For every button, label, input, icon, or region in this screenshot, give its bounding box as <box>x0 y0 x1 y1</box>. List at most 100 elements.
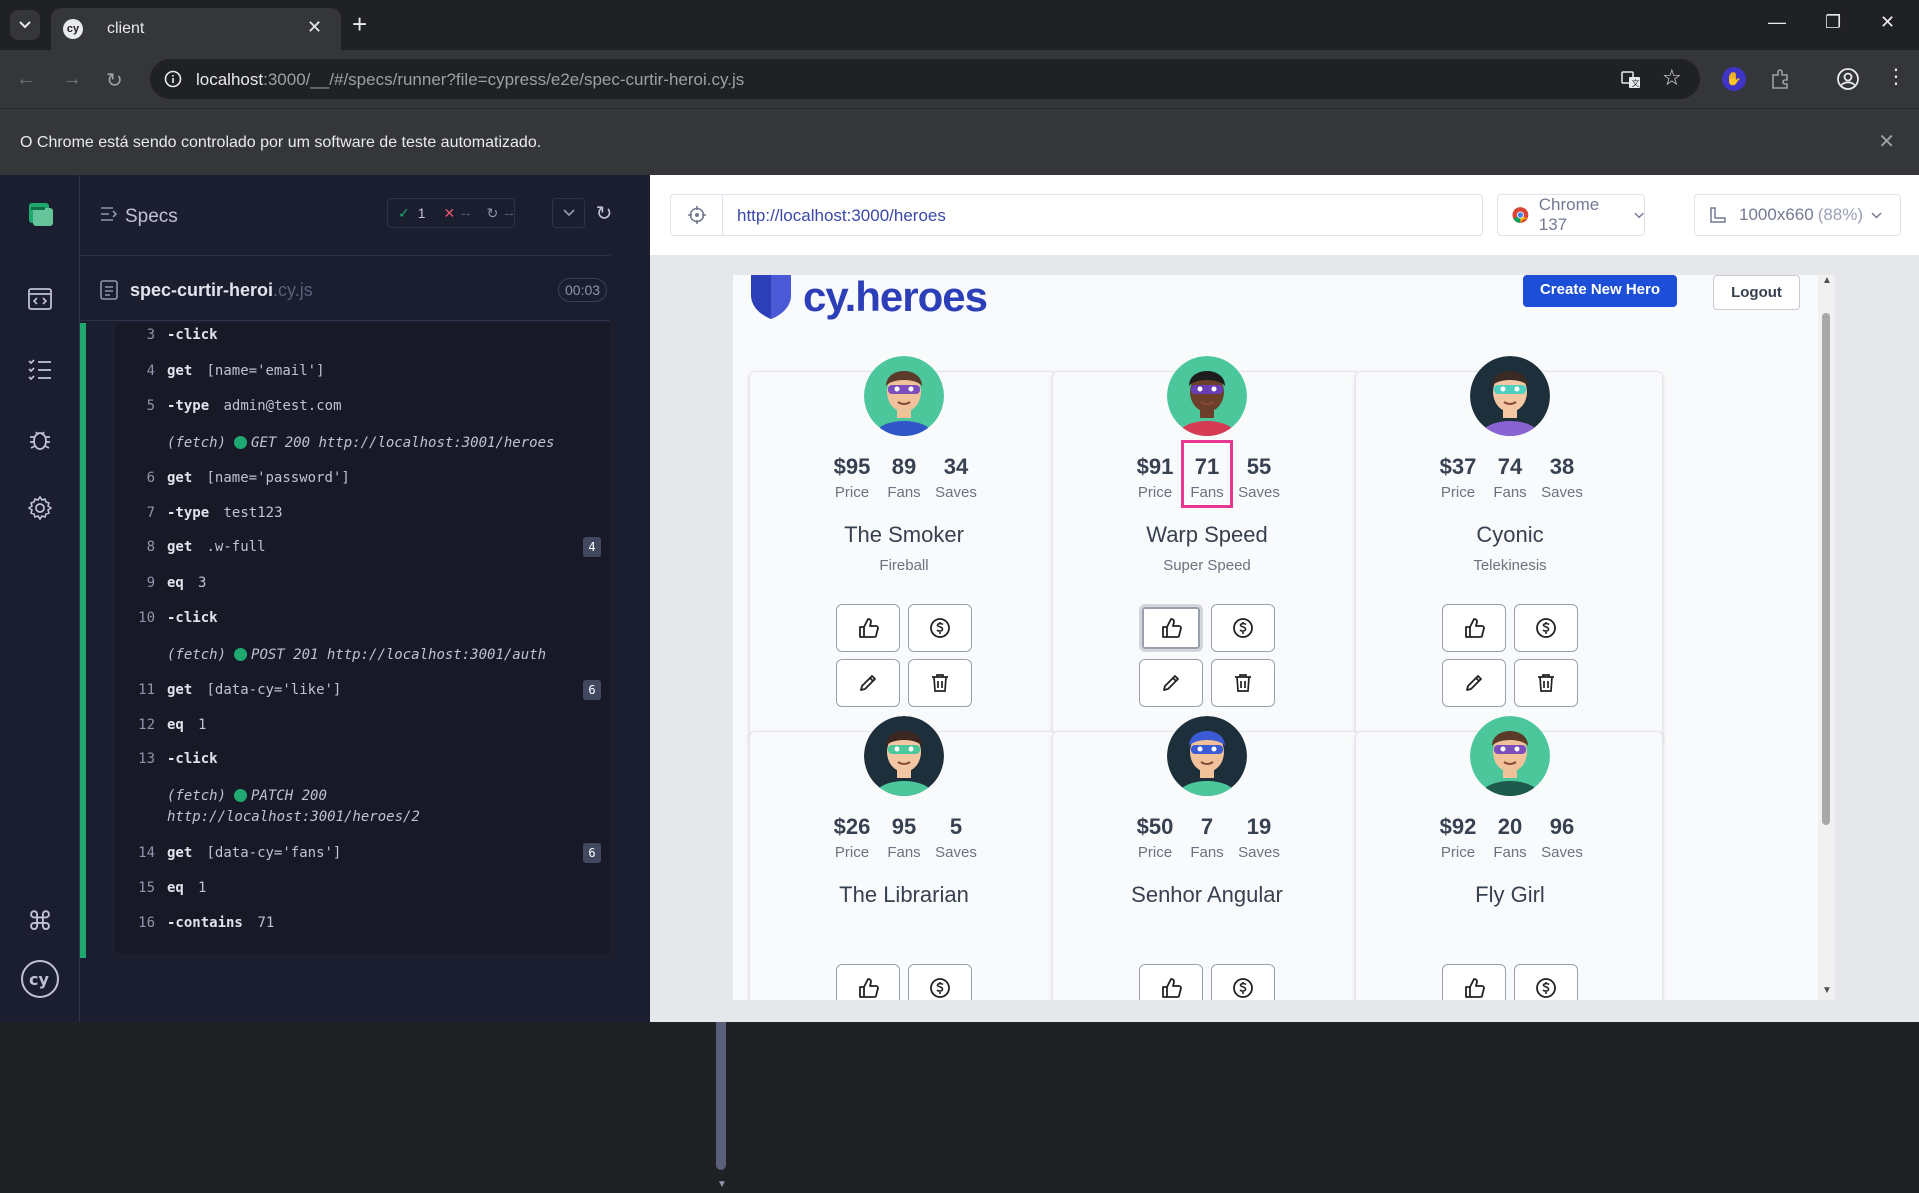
delete-button[interactable] <box>1211 659 1275 707</box>
hire-button[interactable] <box>908 964 972 1000</box>
dollar-icon <box>929 977 951 999</box>
hero-saves-label: Saves <box>1238 844 1280 861</box>
automation-message: O Chrome está sendo controlado por um so… <box>20 134 542 151</box>
selector-playground-button[interactable] <box>671 195 723 235</box>
spec-file-base: spec-curtir-heroi <box>130 280 274 300</box>
settings-gear-icon[interactable] <box>24 492 56 524</box>
address-bar[interactable]: localhost:3000/__/#/specs/runner?file=cy… <box>150 59 1700 99</box>
specs-list-icon[interactable] <box>100 205 118 223</box>
spec-duration: 00:03 <box>558 278 608 302</box>
reload-icon[interactable]: ↻ <box>106 68 123 93</box>
bookmark-star-icon[interactable]: ☆ <box>1662 65 1682 91</box>
like-button[interactable] <box>836 604 900 652</box>
browser-selector[interactable]: Chrome 137 <box>1497 194 1645 236</box>
pending-count: -- <box>504 205 514 221</box>
status-dot-icon <box>234 648 248 661</box>
logo-text: cy.heroes <box>803 275 988 320</box>
command-number: 9 <box>146 575 155 591</box>
collapse-all-button[interactable] <box>552 198 585 228</box>
dollar-icon <box>1535 617 1557 639</box>
like-button[interactable] <box>1139 964 1203 1000</box>
like-button[interactable] <box>1139 604 1203 652</box>
url-path: :3000/__/#/specs/runner?file=cypress/e2e… <box>263 70 745 89</box>
hero-card: $92 Price 20 Fans 96 Saves Fly Girl <box>1355 716 1663 1000</box>
back-icon[interactable]: ← <box>16 68 36 91</box>
hero-stats: $95 Price 89 Fans 34 Saves <box>750 454 1058 501</box>
edit-button[interactable] <box>1139 659 1203 707</box>
extensions-puzzle-icon[interactable] <box>1770 68 1792 90</box>
cy-heroes-logo[interactable]: cy.heroes <box>749 275 988 320</box>
viewport-selector[interactable]: 1000x660 (88%) <box>1694 194 1901 236</box>
like-button[interactable] <box>836 964 900 1000</box>
fetch-log-text: (fetch) GET 200 http://localhost:3001/her… <box>167 433 554 454</box>
hero-stats: $50 Price 7 Fans 19 Saves <box>1053 814 1361 861</box>
hero-name: The Librarian <box>839 882 969 907</box>
delete-button[interactable] <box>1514 659 1578 707</box>
forward-icon[interactable]: → <box>62 68 82 91</box>
edit-button[interactable] <box>1442 659 1506 707</box>
hero-saves-value: 96 <box>1549 814 1575 839</box>
logout-button[interactable]: Logout <box>1713 275 1800 310</box>
failed-count: -- <box>461 205 471 221</box>
minimize-icon[interactable]: — <box>1768 12 1786 33</box>
edit-button[interactable] <box>836 659 900 707</box>
hire-button[interactable] <box>1514 604 1578 652</box>
hero-avatar <box>1470 356 1550 436</box>
file-icon <box>100 280 118 300</box>
aut-scroll-thumb[interactable] <box>1822 313 1830 825</box>
hero-power: Fireball <box>879 557 929 574</box>
hero-fans-label: Fans <box>887 484 921 501</box>
command-number: 8 <box>146 539 155 555</box>
hire-button[interactable] <box>1211 604 1275 652</box>
create-new-hero-button[interactable]: Create New Hero <box>1523 275 1677 307</box>
hire-button[interactable] <box>1514 964 1578 1000</box>
hire-button[interactable] <box>908 604 972 652</box>
hero-fans-value: 89 <box>891 454 917 479</box>
debug-bug-icon[interactable] <box>24 423 56 455</box>
cypress-app: ⌘ cy Specs ✓ 1 ✕ -- ↻ -- ↻ spec-curtir-h… <box>0 175 1919 1190</box>
specs-label[interactable]: Specs <box>125 206 178 228</box>
aut-url-bar[interactable]: http://localhost:3000/heroes <box>670 194 1483 236</box>
trash-icon <box>1232 672 1254 694</box>
profile-icon[interactable] <box>1836 67 1860 91</box>
hero-price-label: Price <box>1137 484 1173 501</box>
command-name: get <box>167 845 193 861</box>
site-info-icon[interactable] <box>164 70 182 88</box>
keyboard-shortcuts-icon[interactable]: ⌘ <box>24 905 56 937</box>
hero-saves-label: Saves <box>935 484 977 501</box>
hero-fans-stat: 89 Fans <box>878 454 930 501</box>
hero-fans-stat: 7 Fans <box>1181 814 1233 861</box>
hero-fans-label: Fans <box>1493 484 1527 501</box>
runs-nav-icon[interactable] <box>24 353 56 385</box>
restore-icon[interactable]: ❐ <box>1825 12 1841 33</box>
new-tab-button[interactable]: + <box>352 10 367 38</box>
aut-scrollbar[interactable]: ▲ ▼ <box>1818 275 1835 1000</box>
browser-tab[interactable]: cy client ✕ <box>51 8 341 50</box>
svg-text:cy: cy <box>29 970 49 989</box>
extension-icon[interactable]: ✋ <box>1722 67 1746 91</box>
close-window-icon[interactable]: ✕ <box>1880 12 1895 33</box>
command-number: 6 <box>146 470 155 486</box>
close-tab-icon[interactable]: ✕ <box>307 17 322 38</box>
delete-button[interactable] <box>908 659 972 707</box>
close-infobar-icon[interactable]: ✕ <box>1878 129 1895 154</box>
hero-stats: $37 Price 74 Fans 38 Saves <box>1356 454 1664 501</box>
chevron-down-icon <box>562 209 575 217</box>
specs-nav-icon[interactable] <box>24 283 56 315</box>
cypress-logo-icon[interactable]: cy <box>20 959 60 999</box>
hero-card: $91 Price 71 Fans 55 Saves Warp Speed Super Spe… <box>1052 356 1360 741</box>
command-argument: [data-cy='like'] <box>206 682 342 698</box>
cypress-project-icon[interactable] <box>25 199 55 229</box>
element-highlight-box <box>1181 440 1233 508</box>
like-button[interactable] <box>1442 964 1506 1000</box>
fetch-request: GET 200 http://localhost:3001/heroes <box>251 435 555 451</box>
command-number: 5 <box>146 398 155 414</box>
tab-search-button[interactable] <box>10 10 40 40</box>
hire-button[interactable] <box>1211 964 1275 1000</box>
like-button[interactable] <box>1442 604 1506 652</box>
rerun-refresh-icon[interactable]: ↻ <box>588 198 620 228</box>
chrome-menu-icon[interactable]: ⋮ <box>1886 64 1906 89</box>
command-name: eq <box>167 880 184 896</box>
command-name: -type <box>167 505 210 521</box>
translate-icon[interactable]: 文 <box>1620 69 1642 91</box>
